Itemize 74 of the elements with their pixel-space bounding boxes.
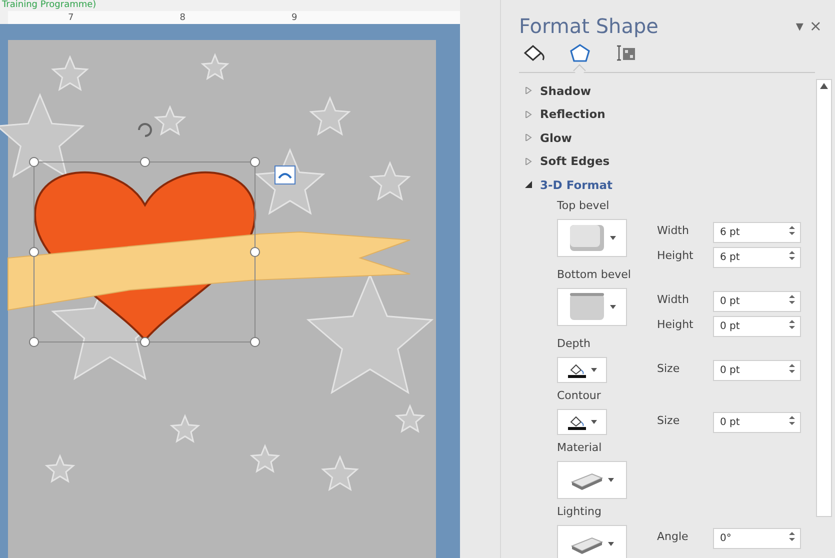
dropdown-caret-icon [591, 420, 597, 424]
expanded-triangle-icon [525, 181, 532, 188]
layout-options-icon[interactable] [274, 166, 296, 184]
star-shape [170, 414, 200, 443]
dropdown-caret-icon [591, 368, 597, 372]
preset-dropdown[interactable] [557, 460, 627, 498]
section-header[interactable]: Glow [525, 126, 572, 150]
color-dropdown[interactable] [557, 408, 607, 434]
spin-field[interactable]: 0 pt [713, 316, 801, 336]
spin-field[interactable]: 6 pt [713, 246, 801, 268]
field-label: Angle [657, 530, 690, 542]
color-dropdown[interactable] [557, 356, 607, 382]
collapsed-triangle-icon [525, 134, 532, 142]
close-button[interactable]: × [806, 17, 825, 35]
scrollbar[interactable] [816, 79, 832, 517]
spin-field[interactable]: 0 pt [713, 290, 801, 312]
field-label: Height [657, 248, 694, 262]
pentagon-icon [569, 42, 591, 62]
group-label: Top bevel [557, 198, 610, 212]
spin-arrows-icon[interactable] [789, 414, 795, 426]
paint-bucket-icon [522, 42, 546, 62]
scroll-up-icon[interactable] [820, 83, 828, 89]
collapsed-triangle-icon [525, 110, 532, 118]
spin-arrows-icon[interactable] [789, 250, 795, 260]
dropdown-caret-icon [608, 542, 614, 546]
spin-field[interactable]: 0 pt [713, 360, 801, 380]
spin-arrows-icon[interactable] [789, 294, 795, 304]
star-shape [394, 404, 426, 433]
field-label: Width [657, 224, 690, 236]
star-shape [44, 454, 76, 483]
document-caption: Training Programme) [1, 0, 98, 11]
collapsed-triangle-icon [525, 158, 532, 165]
collapsed-triangle-icon [525, 87, 532, 94]
spin-arrows-icon[interactable] [789, 362, 795, 374]
section-header[interactable]: Shadow [525, 79, 591, 102]
bevel-preview-icon [568, 222, 606, 252]
preset-dropdown[interactable] [557, 288, 627, 326]
star-shape [369, 161, 411, 201]
field-label: Width [657, 292, 690, 306]
horizontal-ruler: 7 8 9 [8, 11, 460, 24]
section-header[interactable]: Soft Edges [525, 150, 610, 173]
dropdown-caret-icon [610, 236, 616, 240]
group-label: Bottom bevel [557, 268, 632, 282]
star-shape [321, 455, 359, 492]
group-label: Lighting [557, 504, 602, 518]
field-label: Size [657, 362, 681, 374]
spin-field[interactable]: 0° [713, 528, 801, 548]
spin-arrows-icon[interactable] [789, 224, 795, 236]
group-label: Contour [557, 388, 602, 402]
dropdown-caret-icon [608, 478, 614, 482]
section-header[interactable]: Reflection [525, 102, 606, 126]
bevel-preview-icon [568, 292, 606, 322]
star-shape [309, 96, 351, 136]
spin-field[interactable]: 6 pt [713, 222, 801, 242]
spin-arrows-icon[interactable] [789, 318, 795, 330]
spin-arrows-icon[interactable] [789, 530, 795, 542]
pane-options-button[interactable]: ▾ [792, 17, 806, 35]
dropdown-caret-icon [610, 304, 616, 308]
rotate-handle[interactable] [138, 123, 152, 137]
group-label: Material [557, 440, 603, 454]
group-label: Depth [557, 336, 592, 350]
preset-dropdown[interactable] [557, 524, 627, 558]
star-shape [154, 105, 186, 136]
spin-field[interactable]: 0 pt [713, 412, 801, 432]
paint-bucket-icon [567, 362, 587, 378]
star-shape [200, 53, 230, 80]
pane-title: Format Shape [519, 14, 660, 38]
star-shape [250, 444, 280, 473]
section-header[interactable]: 3-D Format [525, 173, 613, 196]
star-shape [51, 55, 89, 92]
field-label: Size [657, 414, 681, 426]
size-properties-icon [615, 42, 637, 62]
field-label: Height [657, 318, 694, 330]
paint-bucket-icon [567, 414, 587, 430]
